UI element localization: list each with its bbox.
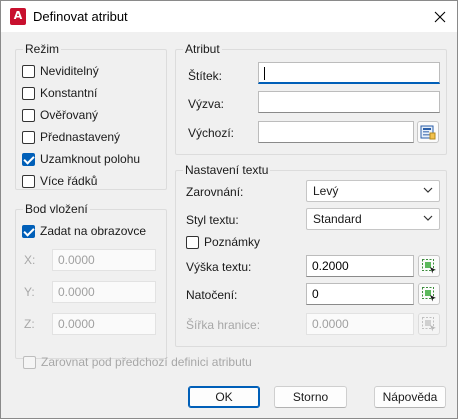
chevron-down-icon [423, 187, 433, 193]
attribute-group: Atribut Štítek: Výzva: Výchozí: [175, 42, 447, 155]
autocad-app-icon: A [10, 8, 26, 25]
checkbox-box[interactable] [22, 174, 35, 188]
checkbox-align-below[interactable]: Zarovnat pod předchozí definici atributu [23, 354, 252, 370]
dialog-body: Režim Neviditelný Konstantní Ověřovaný P… [1, 32, 457, 418]
text-height-label: Výška textu: [186, 260, 252, 274]
pick-rotation-button[interactable] [418, 283, 440, 305]
z-input[interactable]: 0.0000 [52, 313, 156, 335]
cancel-button[interactable]: Storno [274, 386, 347, 408]
boundary-width-label: Šířka hranice: [186, 318, 261, 332]
y-input[interactable]: 0.0000 [52, 281, 156, 303]
tag-input[interactable] [258, 62, 440, 84]
pick-point-icon [422, 317, 436, 332]
justification-value: Levý [313, 184, 339, 198]
pick-height-button[interactable] [418, 255, 440, 277]
checkbox-box[interactable] [22, 86, 35, 100]
text-height-input[interactable]: 0.2000 [306, 255, 414, 277]
text-style-select[interactable]: Standard [306, 208, 440, 230]
insert-field-button[interactable] [417, 121, 439, 143]
prompt-input[interactable] [258, 91, 440, 113]
insertion-point-legend: Bod vložení [23, 202, 90, 216]
checkbox-box[interactable] [22, 108, 35, 122]
rotation-label: Natočení: [186, 288, 238, 302]
z-label: Z: [24, 317, 35, 331]
checkbox-label: Ověřovaný [40, 108, 99, 122]
checkbox-label: Přednastavený [40, 130, 121, 144]
checkbox-label: Zadat na obrazovce [40, 224, 147, 238]
y-label: Y: [24, 285, 35, 299]
checkbox-label: Neviditelný [40, 64, 99, 78]
attribute-legend: Atribut [183, 42, 222, 56]
checkbox-label: Uzamknout polohu [40, 152, 141, 166]
default-input[interactable] [258, 121, 414, 143]
boundary-width-input[interactable]: 0.0000 [306, 313, 414, 335]
rotation-input[interactable]: 0 [306, 283, 414, 305]
checkbox-box[interactable] [22, 64, 35, 78]
text-style-label: Styl textu: [186, 213, 239, 227]
close-button[interactable] [423, 1, 457, 32]
checkbox-box[interactable] [22, 224, 35, 238]
checkbox-annotative[interactable]: Poznámky [186, 234, 260, 250]
text-settings-group: Nastavení textu Zarovnání: Levý Styl tex… [175, 163, 447, 347]
prompt-label: Výzva: [188, 97, 225, 111]
checkbox-verify[interactable]: Ověřovaný [22, 107, 98, 123]
justification-select[interactable]: Levý [306, 180, 440, 202]
checkbox-specify-on-screen[interactable]: Zadat na obrazovce [22, 223, 146, 239]
checkbox-multiline[interactable]: Více řádků [22, 173, 97, 189]
checkbox-label: Poznámky [204, 235, 261, 249]
close-icon [434, 11, 446, 22]
text-caret [264, 67, 265, 81]
insertion-point-group: Bod vložení Zadat na obrazovce X: 0.0000… [15, 202, 167, 359]
title-bar[interactable]: A Definovat atribut [1, 1, 457, 32]
checkbox-label: Zarovnat pod předchozí definici atributu [41, 355, 252, 369]
ok-button[interactable]: OK [188, 386, 260, 408]
mode-legend: Režim [23, 42, 62, 56]
checkbox-box[interactable] [22, 152, 35, 166]
checkbox-label: Konstantní [40, 86, 98, 100]
pick-width-button[interactable] [418, 313, 440, 335]
text-style-value: Standard [313, 212, 362, 226]
tag-label: Štítek: [188, 69, 223, 83]
checkbox-invisible[interactable]: Neviditelný [22, 63, 99, 79]
mode-group: Režim Neviditelný Konstantní Ověřovaný P… [15, 42, 167, 190]
x-input[interactable]: 0.0000 [52, 249, 156, 271]
help-button[interactable]: Nápověda [374, 386, 446, 408]
checkbox-lock-position[interactable]: Uzamknout polohu [22, 151, 140, 167]
chevron-down-icon [423, 215, 433, 221]
dialog-window: A Definovat atribut Režim Neviditelný Ko… [0, 0, 458, 419]
pick-point-icon [422, 287, 436, 302]
checkbox-constant[interactable]: Konstantní [22, 85, 97, 101]
justification-label: Zarovnání: [186, 185, 244, 199]
checkbox-label: Více řádků [40, 174, 98, 188]
pick-point-icon [422, 259, 436, 274]
checkbox-box[interactable] [23, 355, 36, 369]
checkbox-preset[interactable]: Přednastavený [22, 129, 120, 145]
x-label: X: [24, 253, 36, 267]
checkbox-box[interactable] [22, 130, 35, 144]
insert-field-icon [420, 125, 436, 140]
text-settings-legend: Nastavení textu [183, 163, 271, 177]
default-label: Výchozí: [188, 126, 235, 140]
checkbox-box[interactable] [186, 235, 199, 249]
window-title: Definovat atribut [33, 9, 128, 24]
